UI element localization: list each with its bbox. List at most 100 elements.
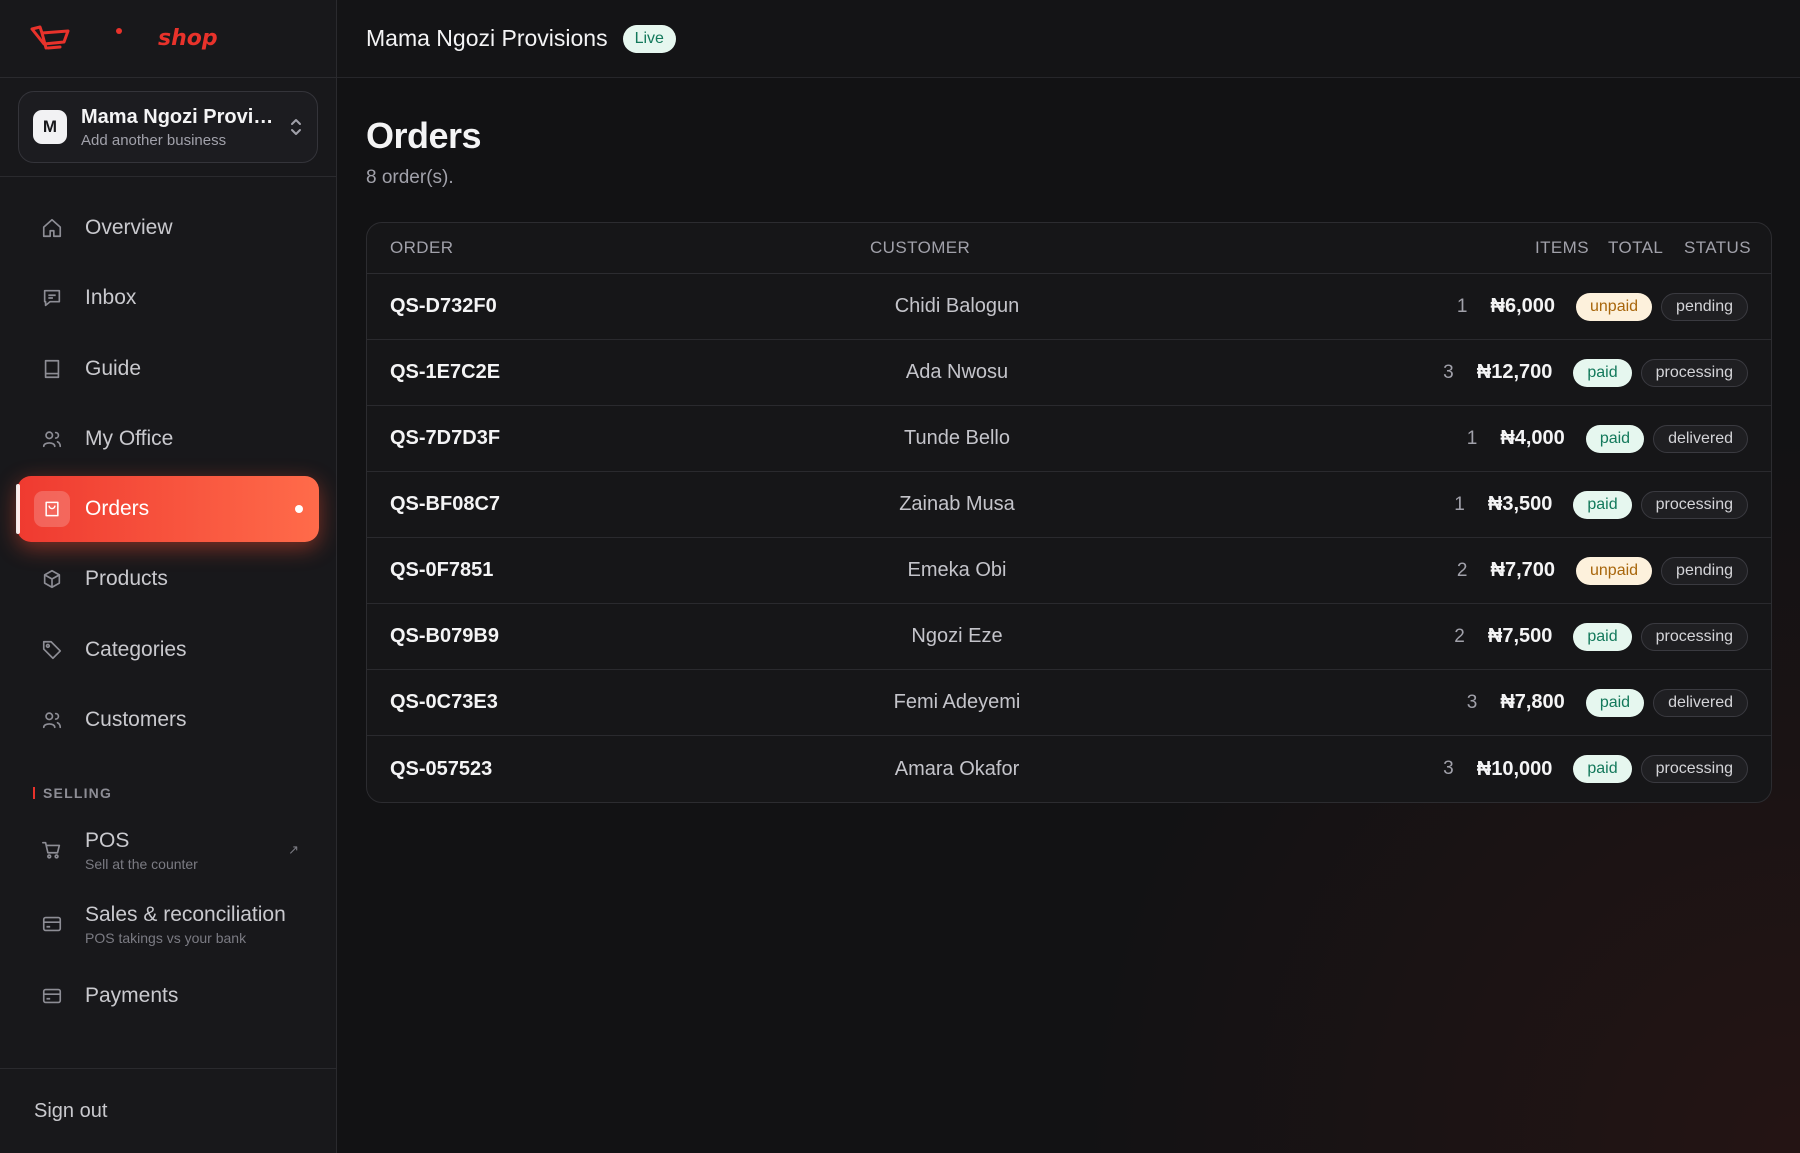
box-icon bbox=[41, 568, 63, 590]
sidebar-item-products[interactable]: Products bbox=[17, 546, 319, 612]
chevron-up-down-icon bbox=[289, 117, 303, 137]
order-id[interactable]: QS-057523 bbox=[390, 758, 492, 781]
order-status-badge: processing bbox=[1640, 490, 1748, 519]
item-count: 2 bbox=[1454, 625, 1465, 647]
item-count: 1 bbox=[1454, 493, 1465, 515]
business-name: Mama Ngozi Provis... bbox=[81, 105, 275, 128]
sidebar-item-customers[interactable]: Customers bbox=[17, 687, 319, 753]
order-total: ₦3,500 bbox=[1487, 493, 1553, 515]
order-id[interactable]: QS-B079B9 bbox=[390, 625, 499, 648]
sidebar-item-label: POS bbox=[85, 828, 130, 852]
column-header-status: STATUS bbox=[1684, 238, 1751, 257]
sidebar-item-overview[interactable]: Overview bbox=[17, 195, 319, 261]
customer-name: Femi Adeyemi bbox=[893, 691, 1021, 713]
credit-card-icon bbox=[41, 913, 63, 935]
table-row[interactable]: QS-0F7851 Emeka Obi 2 ₦7,700 unpaid pend… bbox=[367, 538, 1771, 604]
business-switcher[interactable]: M Mama Ngozi Provis... Add another busin… bbox=[18, 91, 318, 163]
payment-status-badge: paid bbox=[1585, 688, 1645, 717]
sidebar-item-sublabel: POS takings vs your bank bbox=[85, 929, 247, 946]
payment-status-badge: paid bbox=[1573, 622, 1632, 651]
customer-name: Tunde Bello bbox=[904, 427, 1010, 449]
order-total: ₦6,000 bbox=[1490, 295, 1556, 317]
active-indicator-dot bbox=[295, 505, 303, 514]
table-row[interactable]: QS-057523 Amara Okafor 3 ₦10,000 paid pr… bbox=[367, 736, 1771, 802]
table-row[interactable]: QS-BF08C7 Zainab Musa 1 ₦3,500 paid proc… bbox=[367, 472, 1771, 538]
section-label-text: SELLING bbox=[43, 785, 113, 802]
order-id[interactable]: QS-D732F0 bbox=[390, 295, 497, 318]
customer-name: Chidi Balogun bbox=[894, 295, 1020, 317]
home-icon bbox=[41, 217, 63, 239]
chat-icon bbox=[41, 287, 63, 309]
column-header-customer: CUSTOMER bbox=[870, 238, 971, 257]
order-status-badge: processing bbox=[1640, 622, 1748, 651]
sidebar-item-pos[interactable]: POS Sell at the counter ↗ bbox=[17, 815, 319, 885]
order-total: ₦7,800 bbox=[1500, 691, 1565, 713]
item-count: 3 bbox=[1443, 361, 1454, 383]
cart-icon bbox=[41, 839, 63, 861]
sidebar-item-label: Customers bbox=[85, 708, 187, 732]
brand-name: shop bbox=[158, 26, 218, 51]
sidebar-item-my-office[interactable]: My Office bbox=[17, 406, 319, 472]
customer-name: Amara Okafor bbox=[894, 757, 1020, 780]
payment-status-badge: unpaid bbox=[1576, 556, 1653, 585]
store-title: Mama Ngozi Provisions bbox=[366, 25, 608, 51]
sidebar-item-label: Sales & reconciliation bbox=[85, 902, 286, 926]
column-header-order: ORDER bbox=[390, 238, 454, 257]
payment-status-badge: paid bbox=[1573, 358, 1632, 387]
table-body: QS-D732F0 Chidi Balogun 1 ₦6,000 unpaid … bbox=[367, 274, 1771, 802]
sidebar-item-inbox[interactable]: Inbox bbox=[17, 265, 319, 331]
brand-dot bbox=[116, 27, 122, 34]
external-link-icon: ↗ bbox=[288, 842, 299, 858]
table-row[interactable]: QS-7D7D3F Tunde Bello 1 ₦4,000 paid deli… bbox=[367, 406, 1771, 472]
table-row[interactable]: QS-0C73E3 Femi Adeyemi 3 ₦7,800 paid del… bbox=[367, 670, 1771, 736]
sidebar-item-sublabel: Sell at the counter bbox=[85, 855, 198, 872]
item-count: 2 bbox=[1456, 559, 1468, 581]
order-id[interactable]: QS-0F7851 bbox=[390, 559, 493, 582]
order-id[interactable]: QS-7D7D3F bbox=[390, 427, 500, 450]
item-count: 1 bbox=[1456, 295, 1468, 317]
column-header-total: TOTAL bbox=[1608, 238, 1664, 257]
shopping-bag-icon bbox=[34, 491, 70, 528]
section-accent-bar bbox=[33, 787, 35, 800]
order-status-badge: delivered bbox=[1653, 688, 1748, 717]
orders-table: ORDER CUSTOMER ITEMS TOTAL STATUS QS-D73… bbox=[366, 222, 1772, 803]
sidebar-item-label: Guide bbox=[85, 356, 142, 380]
sidebar-nav: Overview Inbox Guide My Office Orders Pr… bbox=[0, 177, 336, 1029]
brand[interactable]: shop bbox=[0, 0, 336, 78]
order-status-badge: processing bbox=[1640, 358, 1748, 387]
tag-icon bbox=[41, 639, 63, 661]
sidebar-item-sales-reconciliation[interactable]: Sales & reconciliation POS takings vs yo… bbox=[17, 889, 319, 959]
payment-status-badge: paid bbox=[1573, 490, 1632, 519]
column-header-items: ITEMS bbox=[1535, 238, 1589, 257]
sidebar-item-label: Inbox bbox=[85, 286, 137, 310]
sidebar-item-label: My Office bbox=[85, 426, 174, 450]
order-id[interactable]: QS-0C73E3 bbox=[390, 691, 498, 714]
add-business-link[interactable]: Add another business bbox=[81, 132, 275, 149]
sidebar-item-label: Products bbox=[85, 567, 168, 591]
payment-status-badge: paid bbox=[1573, 755, 1632, 783]
sidebar-item-guide[interactable]: Guide bbox=[17, 336, 319, 402]
section-label-selling: SELLING bbox=[17, 785, 319, 801]
sidebar-item-label: Categories bbox=[85, 637, 187, 661]
table-row[interactable]: QS-D732F0 Chidi Balogun 1 ₦6,000 unpaid … bbox=[367, 274, 1771, 340]
customer-name: Emeka Obi bbox=[907, 559, 1007, 581]
sidebar: shop M Mama Ngozi Provis... Add another … bbox=[0, 0, 337, 1153]
order-status-badge: delivered bbox=[1653, 424, 1748, 453]
order-status-badge: processing bbox=[1640, 755, 1748, 783]
payment-status-badge: unpaid bbox=[1576, 292, 1653, 321]
sign-out-button[interactable]: Sign out bbox=[34, 1100, 107, 1123]
order-total: ₦4,000 bbox=[1500, 427, 1565, 449]
sidebar-item-categories[interactable]: Categories bbox=[17, 617, 319, 683]
order-total: ₦10,000 bbox=[1476, 757, 1553, 780]
order-id[interactable]: QS-1E7C2E bbox=[390, 361, 500, 384]
sidebar-item-orders[interactable]: Orders bbox=[16, 476, 319, 543]
logo-icon bbox=[28, 24, 76, 54]
page-title: Orders bbox=[366, 115, 482, 156]
table-row[interactable]: QS-B079B9 Ngozi Eze 2 ₦7,500 paid proces… bbox=[367, 604, 1771, 670]
users-icon bbox=[41, 709, 63, 731]
sidebar-item-payments[interactable]: Payments bbox=[17, 963, 319, 1029]
table-row[interactable]: QS-1E7C2E Ada Nwosu 3 ₦12,700 paid proce… bbox=[367, 340, 1771, 406]
table-header: ORDER CUSTOMER ITEMS TOTAL STATUS bbox=[367, 223, 1771, 274]
users-icon bbox=[41, 428, 63, 450]
order-id[interactable]: QS-BF08C7 bbox=[390, 493, 500, 516]
